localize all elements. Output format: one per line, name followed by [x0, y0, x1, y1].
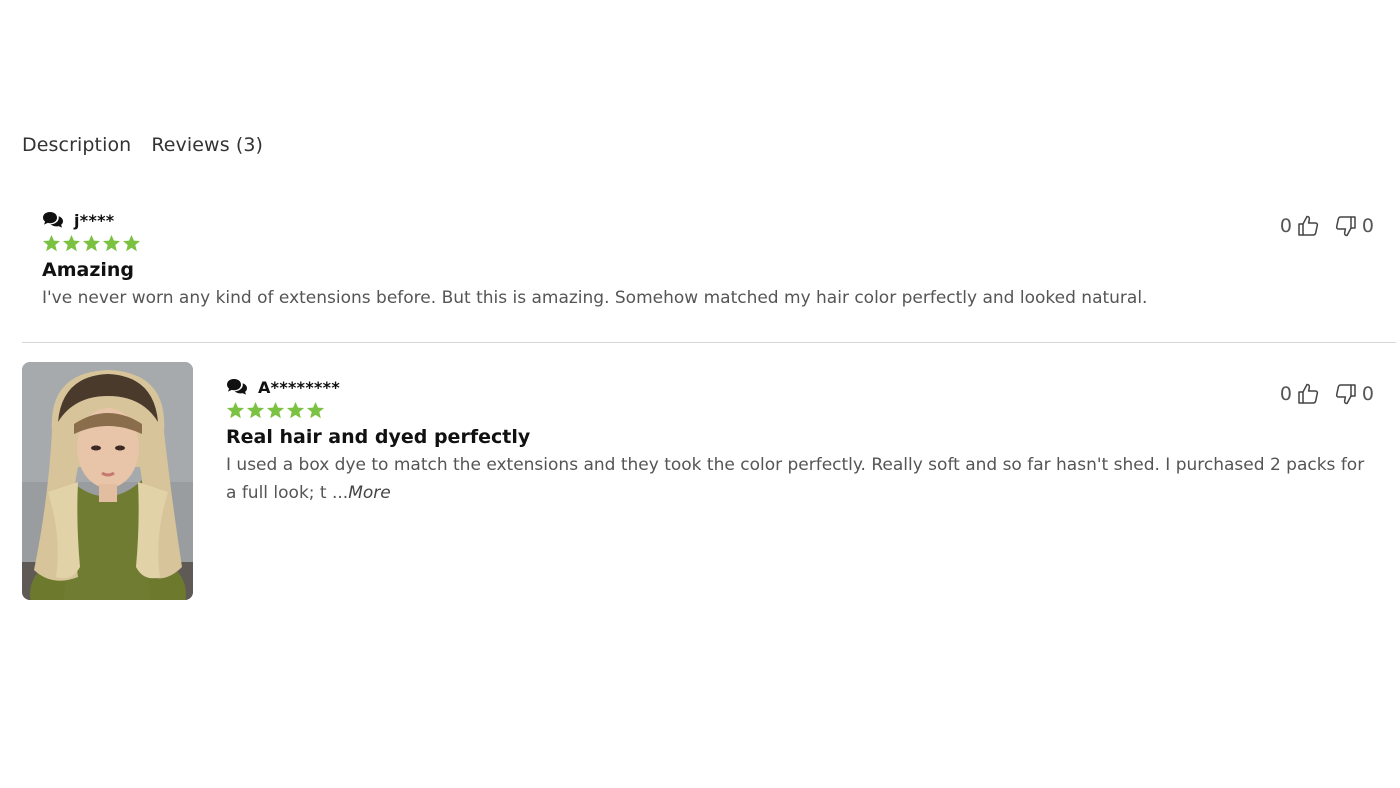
review-author: j**** [74, 210, 115, 230]
star-icon [246, 401, 265, 419]
review-content: A******** Real hair and dyed perfectly I… [226, 362, 1371, 507]
star-icon [62, 234, 81, 252]
star-icon [82, 234, 101, 252]
star-rating [42, 234, 1242, 253]
review-author: A******** [258, 377, 341, 397]
thumbs-up-icon [1298, 383, 1319, 404]
review-text-container: I used a box dye to match the extensions… [226, 451, 1371, 507]
star-icon [306, 401, 325, 419]
star-icon [122, 234, 141, 252]
review-text: I've never worn any kind of extensions b… [42, 288, 1148, 308]
review-votes: 0 0 [1280, 382, 1374, 406]
tab-reviews[interactable]: Reviews (3) [151, 134, 263, 156]
review-title: Amazing [42, 259, 135, 281]
review-title: Real hair and dyed perfectly [226, 426, 531, 448]
thumbs-up-icon [1298, 215, 1319, 236]
star-icon [266, 401, 285, 419]
review-item: A******** Real hair and dyed perfectly I… [22, 362, 1396, 602]
like-button[interactable]: 0 [1280, 214, 1320, 238]
thumbs-down-icon [1335, 216, 1356, 237]
review-content: j**** Amazing I've never worn any kind o… [42, 200, 1242, 312]
read-more-link[interactable]: More [348, 483, 391, 503]
star-icon [42, 234, 61, 252]
dislike-button[interactable]: 0 [1334, 382, 1374, 406]
review-text: I used a box dye to match the extensions… [226, 455, 1365, 503]
star-icon [102, 234, 121, 252]
like-count: 0 [1279, 215, 1292, 237]
review-item: j**** Amazing I've never worn any kind o… [22, 200, 1396, 343]
review-author-row: A******** [226, 375, 1371, 399]
like-count: 0 [1279, 383, 1292, 405]
star-icon [286, 401, 305, 419]
star-rating [226, 401, 1371, 420]
dislike-button[interactable]: 0 [1334, 214, 1374, 238]
star-icon [226, 401, 245, 419]
like-button[interactable]: 0 [1280, 382, 1320, 406]
product-tabs: Description Reviews (3) [22, 134, 263, 156]
thumbs-down-icon [1335, 384, 1356, 405]
review-photo-image [22, 362, 193, 600]
comment-icon [227, 379, 247, 395]
review-votes: 0 0 [1280, 214, 1374, 238]
dislike-count: 0 [1361, 215, 1374, 237]
comment-icon [43, 212, 63, 228]
tab-description[interactable]: Description [22, 134, 131, 156]
dislike-count: 0 [1361, 383, 1374, 405]
review-author-row: j**** [42, 208, 1242, 232]
review-photo[interactable] [22, 362, 193, 600]
